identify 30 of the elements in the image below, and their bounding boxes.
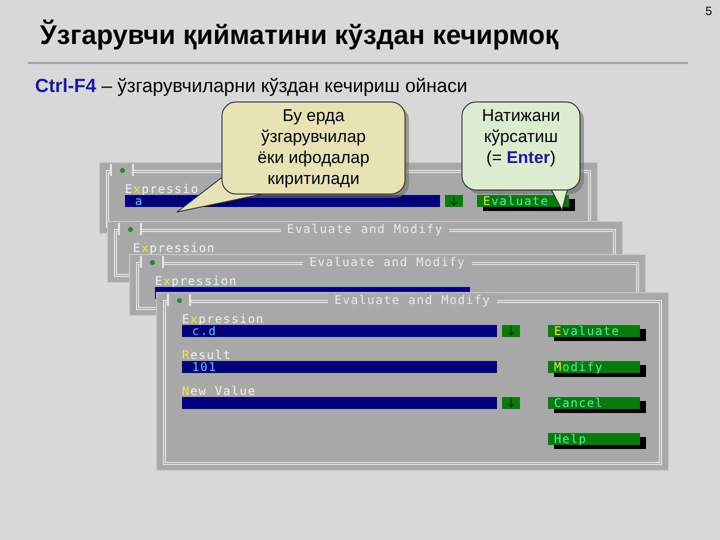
down-arrow-icon <box>507 326 515 336</box>
dialog-title: Evaluate and Modify <box>328 293 497 307</box>
input-field[interactable] <box>182 397 497 409</box>
field-label: Result <box>182 349 232 361</box>
callout-text: Натижани кўрсатиш (= Enter) <box>482 105 560 168</box>
close-icon[interactable] <box>140 256 164 268</box>
dialog-button[interactable]: E valuate <box>477 195 569 207</box>
down-arrow-icon <box>450 196 458 206</box>
dialog-button[interactable]: Cancel <box>548 397 640 409</box>
close-icon[interactable] <box>118 223 142 235</box>
slide-title: Ўзгарувчи қийматини кўздан кечирмоқ <box>40 20 558 51</box>
field-label: Ex pressio <box>125 183 200 195</box>
close-icon[interactable] <box>167 294 191 306</box>
page-number: 5 <box>705 4 712 18</box>
close-icon[interactable] <box>110 164 134 176</box>
history-button[interactable] <box>502 325 520 337</box>
dialog-button[interactable]: E valuate <box>548 325 640 337</box>
field-label: Ex pression <box>133 242 216 254</box>
input-field[interactable]: 101 <box>182 361 497 373</box>
callout-text: Бу ерда ўзгарувчилар ёки ифодалар киритилади <box>258 105 370 189</box>
history-button[interactable] <box>445 195 463 207</box>
slide-subtitle: Ctrl-F4 – ўзгарувчиларни кўздан кечириш ойнаси <box>35 76 468 98</box>
dialog-title: Evaluate and Modify <box>303 255 472 269</box>
dialog-title: Evaluate and Modify <box>280 222 450 236</box>
field-label: N ew Value <box>182 385 256 397</box>
history-button[interactable] <box>502 397 520 409</box>
down-arrow-icon <box>507 398 515 408</box>
input-field[interactable]: c.d_ <box>182 325 497 337</box>
field-label: Ex pression <box>182 313 264 325</box>
field-label: Ex pression <box>155 275 238 287</box>
